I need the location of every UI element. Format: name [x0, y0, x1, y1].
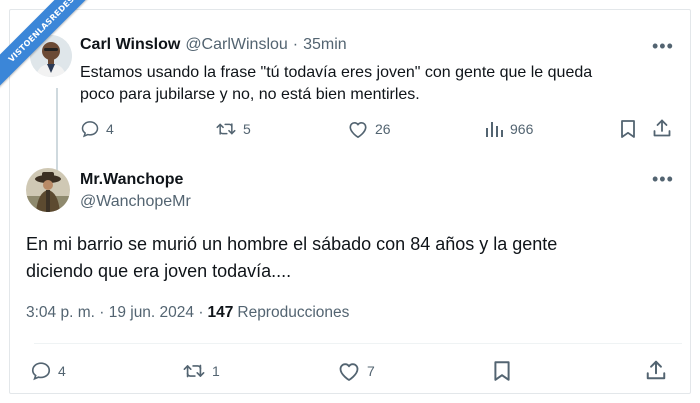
reply-separator: ·	[292, 36, 299, 53]
reply-author-name[interactable]: Carl Winslow	[80, 36, 180, 54]
reply-reply-count: 4	[106, 121, 114, 137]
reply-views-count: 966	[510, 121, 534, 137]
main-retweet-count: 1	[212, 363, 220, 379]
main-more-icon[interactable]: •••	[652, 170, 674, 188]
bookmark-icon	[621, 120, 635, 138]
main-reply-button[interactable]: 4	[30, 360, 66, 382]
views-icon	[486, 122, 503, 137]
reply-share-button[interactable]	[652, 118, 672, 143]
share-icon	[646, 360, 666, 380]
reply-icon	[81, 121, 99, 138]
reply-reply-button[interactable]: 4	[80, 119, 114, 139]
main-text: En mi barrio se murió un hombre el sábad…	[26, 231, 686, 285]
reply-icon	[31, 362, 51, 381]
bookmark-icon	[494, 361, 510, 381]
retweet-icon	[216, 123, 236, 135]
reply-like-button[interactable]: 26	[347, 119, 391, 139]
main-retweet-button[interactable]: 1	[182, 360, 220, 382]
reply-author-handle[interactable]: @CarlWinslou	[185, 36, 287, 54]
actions-divider	[34, 343, 682, 344]
like-icon	[339, 363, 359, 381]
main-author-name[interactable]: Mr.Wanchope	[80, 171, 183, 189]
reply-like-count: 26	[375, 121, 391, 137]
thread-line	[56, 88, 58, 172]
reply-text-line-2: poco para jubilarse y no, no está bien m…	[80, 86, 420, 103]
reply-time[interactable]: 35min	[303, 36, 347, 54]
reply-text: Estamos usando la frase "tú todavía eres…	[80, 62, 680, 106]
main-share-button[interactable]	[645, 359, 667, 386]
main-like-button[interactable]: 7	[337, 360, 375, 382]
reply-views-button[interactable]: 966	[484, 119, 533, 139]
main-text-line-1: En mi barrio se murió un hombre el sábad…	[26, 234, 558, 254]
reply-text-line-1: Estamos usando la frase "tú todavía eres…	[80, 64, 593, 81]
tweet-card: Carl Winslow @CarlWinslou · 35min ••• Es…	[9, 9, 691, 394]
main-views-count: 147	[207, 304, 234, 321]
main-bookmark-button[interactable]	[492, 360, 512, 387]
main-author-handle[interactable]: @WanchopeMr	[80, 193, 191, 211]
reply-retweet-count: 5	[243, 121, 251, 137]
retweet-icon	[183, 364, 205, 378]
reply-bookmark-button[interactable]	[619, 119, 637, 144]
main-metadata: 3:04 p. m. · 19 jun. 2024 · 147 Reproduc…	[26, 304, 349, 322]
main-like-count: 7	[367, 363, 375, 379]
reply-more-icon[interactable]: •••	[652, 37, 674, 55]
wanchope-avatar[interactable]	[26, 168, 70, 212]
main-reply-count: 4	[58, 363, 66, 379]
main-timestamp[interactable]: 3:04 p. m. · 19 jun. 2024 ·	[26, 304, 204, 322]
share-icon	[653, 119, 671, 137]
main-text-line-2: diciendo que era joven todavía....	[26, 261, 292, 281]
main-views-label: Reproducciones	[237, 304, 350, 321]
like-icon	[349, 122, 367, 138]
reply-retweet-button[interactable]: 5	[215, 119, 251, 139]
